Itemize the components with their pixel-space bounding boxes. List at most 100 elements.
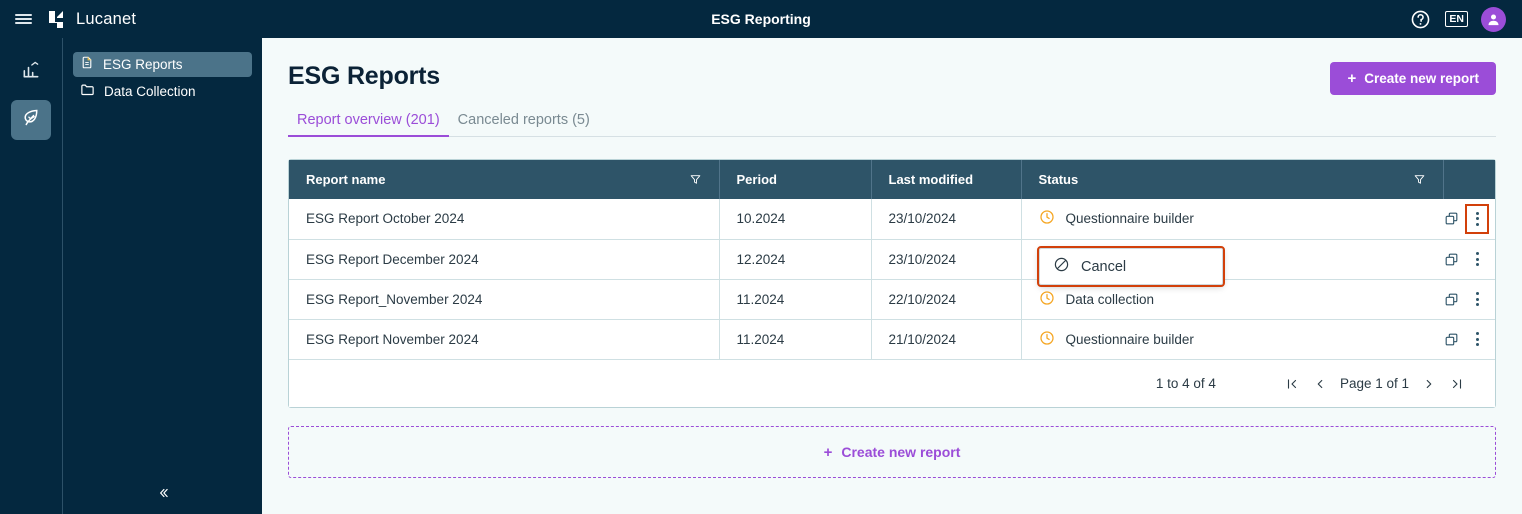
main-content: ESG Reports + Create new report Report o… (262, 38, 1522, 514)
tab-canceled-reports[interactable]: Canceled reports (5) (449, 112, 599, 136)
pagination-page-info: Page 1 of 1 (1339, 376, 1409, 391)
copy-icon[interactable] (1443, 208, 1460, 230)
context-menu-item-cancel[interactable]: Cancel (1040, 249, 1222, 284)
cell-report-name: ESG Report December 2024 (289, 239, 720, 280)
kebab-menu-icon[interactable] (1465, 203, 1489, 234)
tab-report-overview[interactable]: Report overview (201) (288, 112, 449, 137)
pagination: 1 to 4 of 4 Page 1 of 1 (289, 359, 1495, 407)
filter-icon[interactable] (1413, 173, 1426, 186)
column-header-status[interactable]: Status (1021, 160, 1444, 199)
cell-last-modified: 23/10/2024 (871, 239, 1022, 280)
table-row[interactable]: ESG Report December 2024 12.2024 23/10/2… (289, 239, 1495, 280)
cell-status: Questionnaire builder (1021, 199, 1443, 240)
column-label: Status (1038, 172, 1079, 187)
create-new-report-label: Create new report (1364, 71, 1479, 86)
table-row[interactable]: ESG Report November 2024 11.2024 21/10/2… (289, 319, 1495, 359)
kebab-menu-icon[interactable] (1469, 288, 1485, 310)
tab-bar: Report overview (201) Canceled reports (… (288, 112, 1496, 137)
cell-actions (1443, 319, 1495, 359)
reports-table: Report name Period Last modified Status … (289, 160, 1495, 359)
sidebar-item-esg-reports[interactable]: ESG Reports (73, 52, 252, 77)
kebab-menu-icon[interactable] (1469, 248, 1485, 270)
navigation-panel: ESG Reports Data Collection (63, 38, 262, 514)
kebab-menu-icon[interactable] (1469, 328, 1485, 350)
plus-icon: + (823, 443, 833, 461)
brand-name: Lucanet (76, 9, 137, 28)
reports-table-card: Report name Period Last modified Status … (288, 159, 1496, 408)
create-new-report-button[interactable]: + Create new report (1330, 62, 1496, 95)
page-header: ESG Reports + Create new report (288, 38, 1496, 95)
column-label: Period (736, 172, 777, 187)
column-header-actions (1443, 160, 1495, 199)
page-context-title: ESG Reporting (711, 11, 811, 27)
top-bar: Lucanet ESG Reporting EN (0, 0, 1522, 38)
sidebar-item-label: Data Collection (104, 84, 196, 99)
top-bar-actions: EN (1408, 6, 1522, 32)
cell-report-name: ESG Report October 2024 (289, 199, 720, 240)
table-header-row: Report name Period Last modified Status (289, 160, 1495, 199)
plus-icon: + (1347, 70, 1357, 87)
cell-period: 12.2024 (719, 239, 872, 280)
user-avatar[interactable] (1481, 6, 1506, 32)
cell-status: Data collection (1021, 279, 1443, 320)
cell-actions (1443, 279, 1495, 320)
sidebar-item-data-collection[interactable]: Data Collection (73, 79, 252, 104)
folder-icon (80, 82, 95, 102)
language-selector[interactable]: EN (1445, 10, 1468, 28)
cell-actions (1443, 199, 1495, 240)
column-header-last-modified[interactable]: Last modified (871, 160, 1022, 199)
last-page-icon[interactable] (1443, 370, 1471, 398)
pagination-range: 1 to 4 of 4 (1155, 376, 1216, 391)
filter-icon[interactable] (689, 173, 702, 186)
rail-item-analytics[interactable] (11, 52, 51, 92)
collapse-sidebar-button[interactable] (63, 486, 262, 500)
application-window: Lucanet ESG Reporting EN ESG Reports Dat… (0, 0, 1522, 514)
hamburger-icon[interactable] (0, 0, 46, 38)
create-new-report-dashed-button[interactable]: + Create new report (288, 426, 1496, 478)
icon-rail (0, 38, 63, 514)
column-header-report-name[interactable]: Report name (289, 160, 720, 199)
column-label: Last modified (888, 172, 974, 187)
table-row[interactable]: ESG Report_November 2024 11.2024 22/10/2… (289, 279, 1495, 320)
cell-status: Questionnaire builder (1021, 319, 1443, 359)
help-circle-icon[interactable] (1408, 7, 1432, 31)
cell-actions (1443, 239, 1495, 280)
page-title: ESG Reports (288, 62, 440, 90)
table-body: ESG Report October 2024 10.2024 23/10/20… (289, 199, 1495, 359)
status-label: Questionnaire builder (1065, 331, 1194, 347)
prev-page-icon[interactable] (1306, 370, 1334, 398)
first-page-icon[interactable] (1278, 370, 1306, 398)
cell-period: 10.2024 (719, 199, 872, 240)
status-label: Data collection (1065, 291, 1155, 307)
table-row[interactable]: ESG Report October 2024 10.2024 23/10/20… (289, 199, 1495, 240)
table-header: Report name Period Last modified Status (289, 160, 1495, 199)
next-page-icon[interactable] (1415, 370, 1443, 398)
cell-last-modified: 21/10/2024 (871, 319, 1022, 359)
column-header-period[interactable]: Period (719, 160, 872, 199)
row-context-menu: Cancel (1037, 246, 1225, 287)
context-menu-item-label: Cancel (1081, 258, 1127, 275)
brand[interactable]: Lucanet (46, 9, 136, 30)
document-icon (80, 55, 94, 75)
cell-period: 11.2024 (719, 279, 872, 320)
body: ESG Reports Data Collection ESG Reports … (0, 38, 1522, 514)
cell-last-modified: 23/10/2024 (871, 199, 1022, 240)
create-new-report-dashed-label: Create new report (841, 444, 961, 460)
cell-report-name: ESG Report November 2024 (289, 319, 720, 359)
cell-period: 11.2024 (719, 319, 872, 359)
cell-last-modified: 22/10/2024 (871, 279, 1022, 320)
copy-icon[interactable] (1443, 248, 1460, 270)
sidebar-item-label: ESG Reports (103, 57, 183, 72)
bar-chart-icon (21, 60, 41, 85)
copy-icon[interactable] (1443, 288, 1460, 310)
leaf-check-icon (21, 107, 42, 133)
status-label: Questionnaire builder (1065, 211, 1194, 227)
clock-icon (1039, 209, 1055, 228)
rail-item-esg[interactable] (11, 100, 51, 140)
cancel-circle-icon (1053, 256, 1070, 277)
clock-icon (1039, 330, 1055, 349)
clock-icon (1039, 290, 1055, 309)
copy-icon[interactable] (1443, 328, 1460, 350)
lucanet-logo-icon (46, 9, 67, 30)
column-label: Report name (306, 172, 386, 187)
